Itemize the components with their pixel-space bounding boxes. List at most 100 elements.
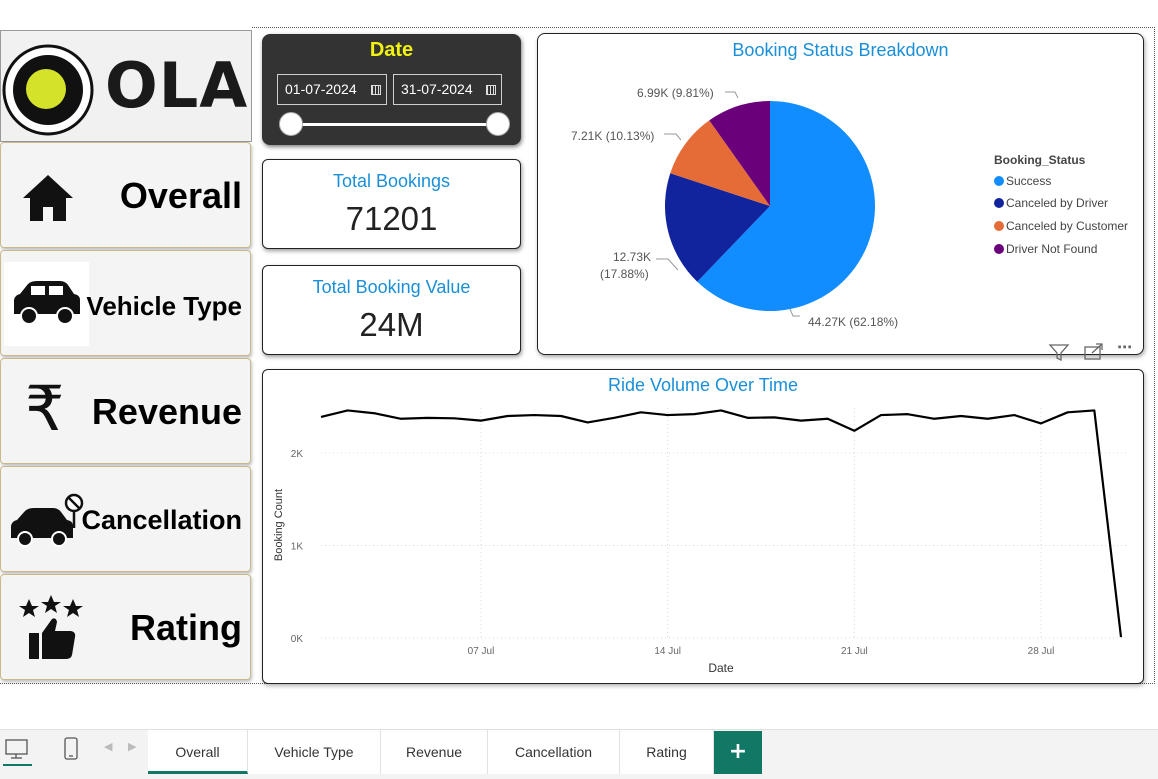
data-point[interactable]: [852, 429, 856, 433]
kpi-value: 24M: [359, 306, 424, 343]
data-point[interactable]: [666, 413, 670, 417]
report-canvas: OLA Overall Vehicle Type ₹ Revenue Cance…: [0, 0, 1158, 779]
data-point[interactable]: [372, 411, 376, 415]
x-tick-label: 14 Jul: [654, 646, 681, 657]
date-slicer-title: Date: [369, 39, 414, 61]
data-point[interactable]: [986, 417, 990, 421]
data-point[interactable]: [719, 408, 723, 412]
booking-status-pie-card: Booking Status Breakdown 6.99K (9.81%) 7…: [537, 33, 1144, 355]
legend-item-canceled-by-driver[interactable]: Canceled by Driver: [994, 196, 1108, 210]
car-cancel-icon: [11, 493, 84, 547]
data-point[interactable]: [879, 413, 883, 417]
more-options-icon[interactable]: ⋯: [1117, 338, 1133, 356]
canvas-border-right: [1154, 27, 1155, 684]
data-point[interactable]: [426, 416, 430, 420]
legend-item-success[interactable]: Success: [994, 174, 1051, 188]
legend-item-canceled-by-customer[interactable]: Canceled by Customer: [994, 219, 1128, 233]
slice-label-success: 44.27K (62.18%): [808, 315, 899, 329]
x-tick-label: 21 Jul: [841, 646, 868, 657]
start-date-value: 01-07-2024: [285, 81, 357, 97]
date-range-end-handle[interactable]: [486, 112, 510, 136]
data-point[interactable]: [612, 416, 616, 420]
pie-chart[interactable]: [538, 34, 1143, 354]
data-point[interactable]: [932, 417, 936, 421]
data-point[interactable]: [1066, 410, 1070, 414]
tab-revenue[interactable]: Revenue: [381, 730, 488, 774]
data-point[interactable]: [1012, 413, 1016, 417]
legend-item-driver-not-found[interactable]: Driver Not Found: [994, 242, 1097, 256]
filter-icon[interactable]: [1048, 343, 1070, 361]
data-point[interactable]: [532, 413, 536, 417]
tab-vehicle-type[interactable]: Vehicle Type: [248, 730, 381, 774]
data-point[interactable]: [452, 416, 456, 420]
mobile-layout-icon[interactable]: [61, 736, 81, 762]
data-point[interactable]: [692, 412, 696, 416]
data-point[interactable]: [346, 408, 350, 412]
data-point[interactable]: [399, 417, 403, 421]
scroll-right-icon[interactable]: ▶: [128, 740, 136, 753]
data-point[interactable]: [639, 410, 643, 414]
kpi-value: 71201: [345, 200, 438, 237]
legend-dot: [994, 198, 1004, 208]
legend-dot: [994, 176, 1004, 186]
data-point[interactable]: [1119, 635, 1123, 639]
data-point[interactable]: [959, 414, 963, 418]
date-range-track[interactable]: [291, 123, 498, 126]
nav-label-vehicle-type: Vehicle Type: [86, 291, 242, 321]
data-point[interactable]: [799, 419, 803, 423]
add-page-button[interactable]: +: [714, 731, 762, 774]
nav-button-overall[interactable]: Overall: [0, 142, 251, 248]
tab-rating[interactable]: Rating: [620, 730, 714, 774]
x-axis-label: Date: [708, 661, 734, 675]
x-tick-label: 07 Jul: [468, 646, 495, 657]
ride-volume-series-line[interactable]: [320, 409, 1123, 638]
start-date-input[interactable]: 01-07-2024: [277, 74, 387, 105]
logo-text: OLA: [105, 49, 249, 122]
nav-button-revenue[interactable]: ₹ Revenue: [0, 358, 251, 464]
legend-title: Booking_Status: [994, 153, 1086, 167]
nav-button-vehicle-type[interactable]: Vehicle Type: [0, 250, 251, 356]
calendar-icon[interactable]: [371, 85, 381, 95]
data-point[interactable]: [772, 415, 776, 419]
canvas-border-top: [252, 27, 1155, 28]
ola-logo: OLA: [0, 30, 252, 142]
calendar-icon[interactable]: [486, 85, 496, 95]
page-tab-bar: ◀ ▶ Overall Vehicle Type Revenue Cancell…: [0, 729, 1158, 779]
kpi-card-total-bookings: Total Bookings 71201: [262, 159, 521, 249]
data-point[interactable]: [746, 416, 750, 420]
nav-button-rating[interactable]: Rating: [0, 574, 251, 680]
end-date-value: 31-07-2024: [401, 81, 473, 97]
legend-label: Success: [1006, 174, 1052, 188]
data-point[interactable]: [506, 414, 510, 418]
y-tick-label: 0K: [291, 634, 304, 645]
nav-label-cancellation: Cancellation: [81, 505, 242, 535]
data-point[interactable]: [586, 420, 590, 424]
nav-label-rating: Rating: [130, 607, 242, 648]
legend-label: Canceled by Driver: [1006, 196, 1109, 210]
line-chart[interactable]: 0K 1K 2K 07 Jul 14 Jul 21 Jul 28 Jul Date Bookin…: [263, 370, 1143, 683]
data-point[interactable]: [319, 415, 323, 419]
y-tick-label: 1K: [291, 542, 304, 553]
data-point[interactable]: [559, 414, 563, 418]
desktop-layout-icon[interactable]: [4, 738, 30, 760]
focus-mode-icon[interactable]: [1083, 343, 1105, 361]
y-tick-label: 2K: [291, 449, 304, 460]
data-point[interactable]: [906, 412, 910, 416]
data-point[interactable]: [1092, 408, 1096, 412]
data-point[interactable]: [826, 417, 830, 421]
nav-button-cancellation[interactable]: Cancellation: [0, 466, 251, 572]
scroll-left-icon[interactable]: ◀: [104, 740, 112, 753]
data-point[interactable]: [479, 419, 483, 423]
tab-overall[interactable]: Overall: [148, 730, 248, 774]
home-icon: [23, 175, 73, 221]
data-point[interactable]: [1039, 421, 1043, 425]
leader-line: [664, 133, 682, 141]
stars-thumbs-up-icon: [19, 595, 83, 659]
ride-volume-card: Ride Volume Over Time 0K 1K 2K 07 Jul 14 Jul…: [262, 369, 1144, 684]
rupee-icon: ₹: [25, 372, 65, 445]
tab-cancellation[interactable]: Cancellation: [488, 730, 620, 774]
end-date-input[interactable]: 31-07-2024: [393, 74, 502, 105]
slice-label-canceled-by-driver-value: 12.73K: [613, 250, 652, 264]
legend-label: Canceled by Customer: [1006, 219, 1129, 233]
date-range-start-handle[interactable]: [279, 112, 303, 136]
